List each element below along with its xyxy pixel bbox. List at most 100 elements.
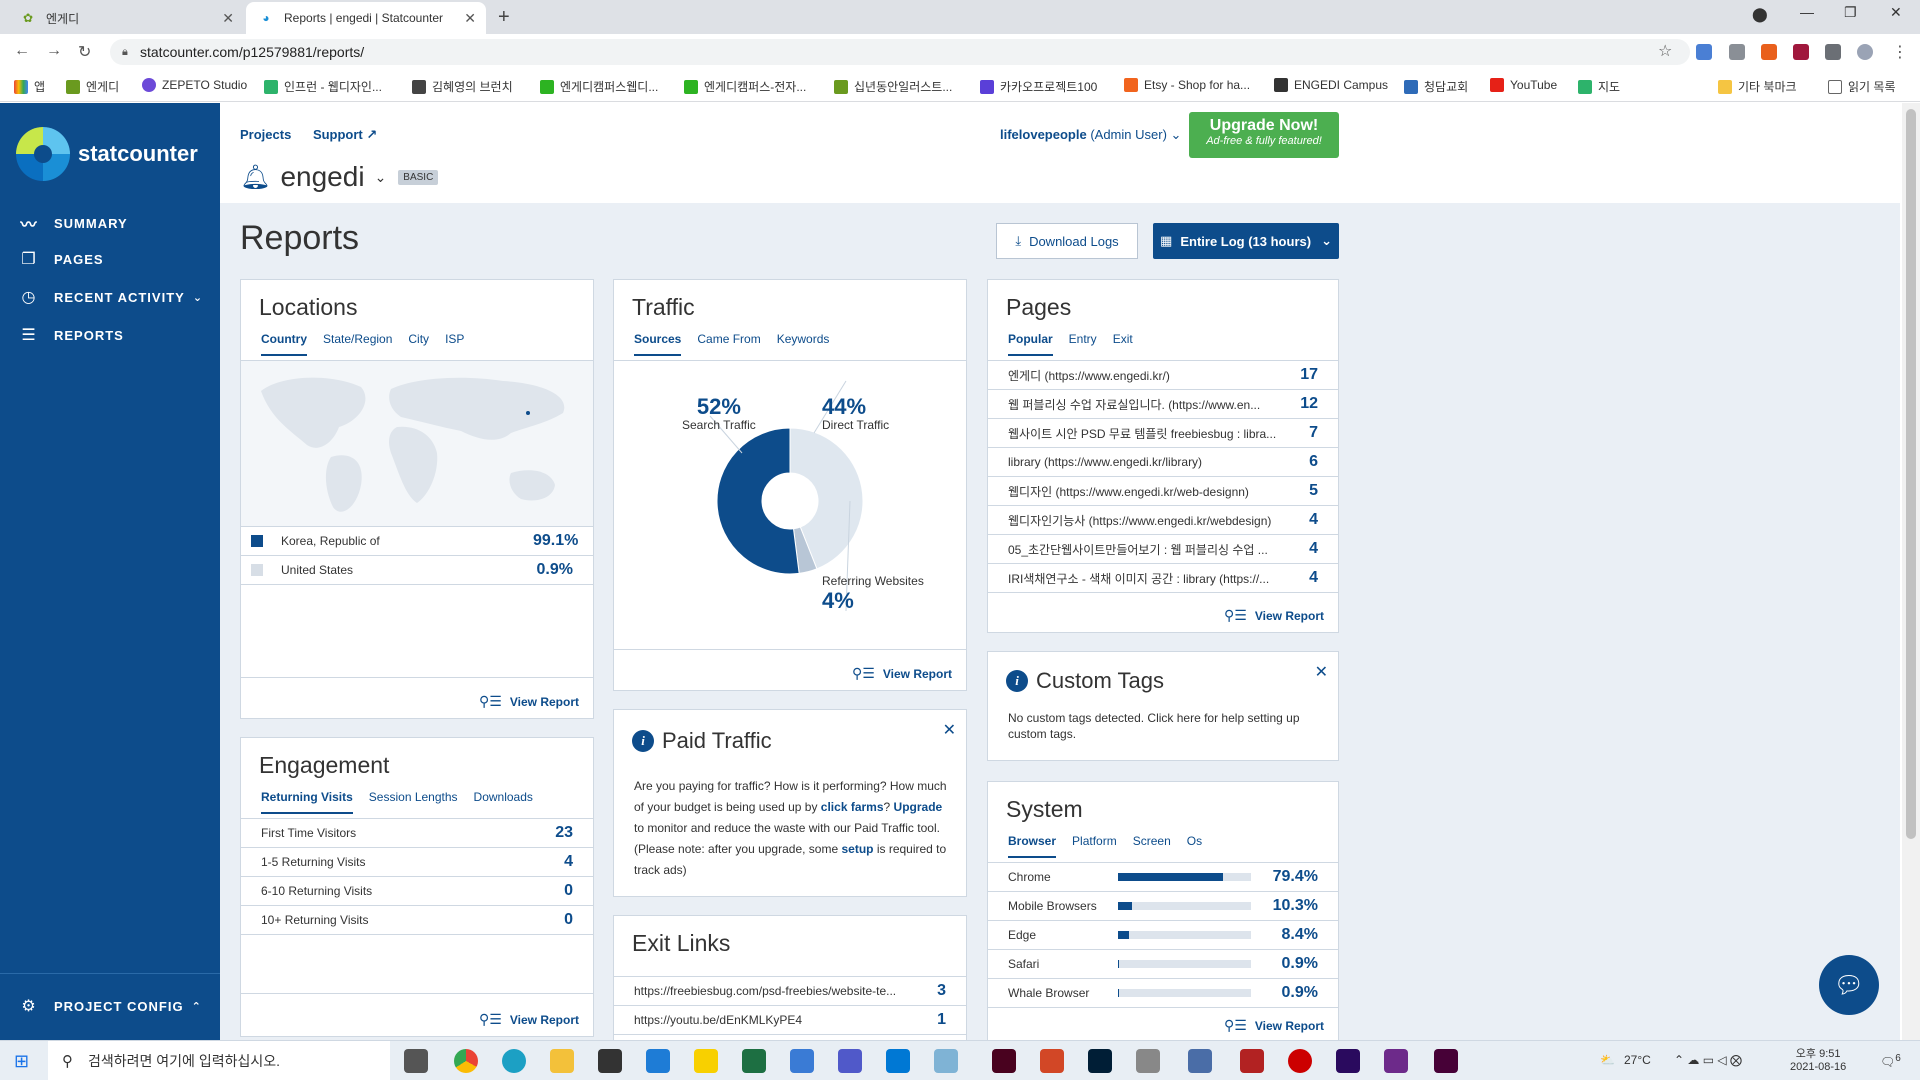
close-tab-icon[interactable]: ✕ [222, 10, 234, 27]
app-icon[interactable] [1136, 1049, 1160, 1073]
tab-country[interactable]: Country [261, 332, 307, 356]
tab-os[interactable]: Os [1187, 834, 1202, 858]
table-row[interactable]: 웹디자인기능사 (https://www.engedi.kr/webdesign… [988, 506, 1338, 535]
translate-extension-icon[interactable] [1696, 44, 1712, 60]
table-row[interactable]: 웹사이트 시안 PSD 무료 템플릿 freebiesbug : libra..… [988, 419, 1338, 448]
sidebar-item-recent-activity[interactable]: ◷ RECENT ACTIVITY ⌄ [18, 287, 203, 307]
tab-browser[interactable]: Browser [1008, 834, 1057, 858]
xd-icon[interactable] [1434, 1049, 1458, 1073]
bookmark-item[interactable]: ENGEDI Campus [1274, 78, 1388, 92]
tab-platform[interactable]: Platform [1072, 834, 1117, 858]
user-menu[interactable]: lifelovepeople (Admin User) ⌄ [1000, 127, 1181, 143]
tab-sources[interactable]: Sources [634, 332, 682, 356]
calculator-icon[interactable] [1188, 1049, 1212, 1073]
powerpoint-icon[interactable] [1040, 1049, 1064, 1073]
kakaotalk-icon[interactable] [694, 1049, 718, 1073]
table-row[interactable]: https://youtu.be/dEnKMLKyPE4 1 [614, 1006, 966, 1035]
close-icon[interactable]: ✕ [943, 720, 956, 740]
app-icon[interactable] [1384, 1049, 1408, 1073]
tray-icons[interactable]: ⌃ ☁ ▭ ◁ ⨂ [1674, 1053, 1742, 1067]
bookmark-item[interactable]: ZEPETO Studio [142, 78, 247, 92]
taskbar-search-input[interactable]: ⚲ 검색하려면 여기에 입력하십시오. [48, 1041, 390, 1080]
bookmark-star-icon[interactable]: ☆ [1658, 41, 1672, 61]
table-row[interactable]: Edge 8.4% [988, 921, 1338, 950]
mail-icon[interactable] [646, 1049, 670, 1073]
tab-popular[interactable]: Popular [1008, 332, 1053, 356]
table-row[interactable]: United States 0.9% [241, 556, 593, 585]
vscode-icon[interactable] [886, 1049, 910, 1073]
bookmark-youtube[interactable]: YouTube [1490, 78, 1557, 92]
setup-link[interactable]: setup [841, 842, 873, 856]
bookmark-item[interactable]: 카카오프로젝트100 [980, 78, 1097, 95]
download-logs-button[interactable]: ⤓ Download Logs [996, 223, 1138, 259]
table-row[interactable]: Whale Browser 0.9% [988, 979, 1338, 1008]
project-config-button[interactable]: ⚙ PROJECT CONFIG ⌃ [18, 996, 202, 1016]
puzzle-extension-icon[interactable] [1825, 44, 1841, 60]
table-row[interactable]: 엔게디 (https://www.engedi.kr/) 17 [988, 361, 1338, 390]
table-row[interactable]: 6-10 Returning Visits 0 [241, 877, 593, 906]
url-input[interactable]: 🔒︎ statcounter.com/p12579881/reports/ [110, 39, 1690, 65]
forward-icon[interactable]: → [46, 42, 62, 60]
tab-came-from[interactable]: Came From [697, 332, 760, 356]
new-tab-icon[interactable]: + [498, 6, 510, 29]
bookmark-item[interactable]: 인프런 - 웹디자인... [264, 78, 382, 95]
scrollbar-thumb[interactable] [1906, 109, 1916, 839]
photoshop-icon[interactable] [1088, 1049, 1112, 1073]
tab-isp[interactable]: ISP [445, 332, 464, 356]
page-scrollbar[interactable] [1902, 103, 1920, 1040]
edge-icon[interactable] [502, 1049, 526, 1073]
tab-downloads[interactable]: Downloads [474, 790, 533, 814]
browser-tab-active[interactable]: ◕ Reports | engedi | Statcounter ✕ [246, 2, 486, 34]
bookmark-apps[interactable]: 앱 [14, 78, 45, 95]
table-row[interactable]: 웹 퍼블리싱 수업 자료실입니다. (https://www.en... 12 [988, 390, 1338, 419]
table-row[interactable]: Chrome 79.4% [988, 863, 1338, 892]
bookmark-folder[interactable]: 기타 북마크 [1718, 78, 1797, 95]
store-icon[interactable] [598, 1049, 622, 1073]
minimize-icon[interactable]: — [1800, 4, 1814, 20]
app-icon[interactable] [934, 1049, 958, 1073]
avatar[interactable] [1857, 44, 1873, 60]
close-tab-icon[interactable]: ✕ [464, 10, 476, 27]
ex-extension-icon[interactable] [1761, 44, 1777, 60]
bell-icon[interactable]: 🔔︎ [240, 163, 270, 192]
table-row[interactable]: 웹디자인 (https://www.engedi.kr/web-designn)… [988, 477, 1338, 506]
table-row[interactable]: 10+ Returning Visits 0 [241, 906, 593, 935]
library-extension-icon[interactable] [1793, 44, 1809, 60]
maximize-icon[interactable]: ❐ [1844, 4, 1857, 21]
view-report-link[interactable]: ⚲☰ View Report [1224, 1017, 1324, 1034]
profile-menu-icon[interactable]: ⬤ [1752, 6, 1768, 23]
table-row[interactable]: 05_초간단웹사이트만들어보기 : 웹 퍼블리싱 수업 ... 4 [988, 535, 1338, 564]
chrome-icon[interactable] [454, 1049, 478, 1073]
reload-icon[interactable]: ↻ [78, 42, 91, 62]
table-row[interactable]: IRI색채연구소 - 색채 이미지 공간 : library (https://… [988, 564, 1338, 593]
click-farms-link[interactable]: click farms [821, 800, 884, 814]
table-row[interactable]: Mobile Browsers 10.3% [988, 892, 1338, 921]
statcounter-logo[interactable]: statcounter [16, 127, 198, 181]
view-report-link[interactable]: ⚲☰ View Report [852, 665, 952, 682]
tab-screen[interactable]: Screen [1133, 834, 1171, 858]
sidebar-item-summary[interactable]: 〰 SUMMARY [18, 211, 128, 235]
notification-icon[interactable]: 🗨︎6 [1880, 1053, 1901, 1069]
file-explorer-icon[interactable] [550, 1049, 574, 1073]
date-range-button[interactable]: ▦ Entire Log (13 hours) ⌄ [1153, 223, 1339, 259]
world-map[interactable] [241, 361, 593, 526]
indesign-icon[interactable] [992, 1049, 1016, 1073]
tab-state-region[interactable]: State/Region [323, 332, 392, 356]
task-view-icon[interactable] [404, 1049, 428, 1073]
tab-returning-visits[interactable]: Returning Visits [261, 790, 353, 814]
tab-city[interactable]: City [408, 332, 429, 356]
table-row[interactable]: Korea, Republic of 99.1% [241, 527, 593, 556]
browser-tab[interactable]: ✿ 엔게디 ✕ [8, 2, 244, 34]
table-row[interactable]: https://freebiesbug.com/psd-freebies/web… [614, 977, 966, 1006]
upgrade-link[interactable]: Upgrade [894, 800, 943, 814]
temperature[interactable]: 27°C [1624, 1053, 1651, 1067]
windows-start-icon[interactable]: ⊞ [14, 1051, 29, 1072]
bookmark-item[interactable]: Etsy - Shop for ha... [1124, 78, 1250, 92]
donut-slice-search-traffic[interactable] [716, 427, 800, 575]
excel-icon[interactable] [742, 1049, 766, 1073]
project-title[interactable]: 🔔︎ engedi ⌄ BASIC [240, 161, 439, 193]
filezilla-icon[interactable] [1240, 1049, 1264, 1073]
teams-icon[interactable] [838, 1049, 862, 1073]
browser-menu-icon[interactable]: ⋮ [1892, 42, 1908, 62]
camera-extension-icon[interactable] [1729, 44, 1745, 60]
